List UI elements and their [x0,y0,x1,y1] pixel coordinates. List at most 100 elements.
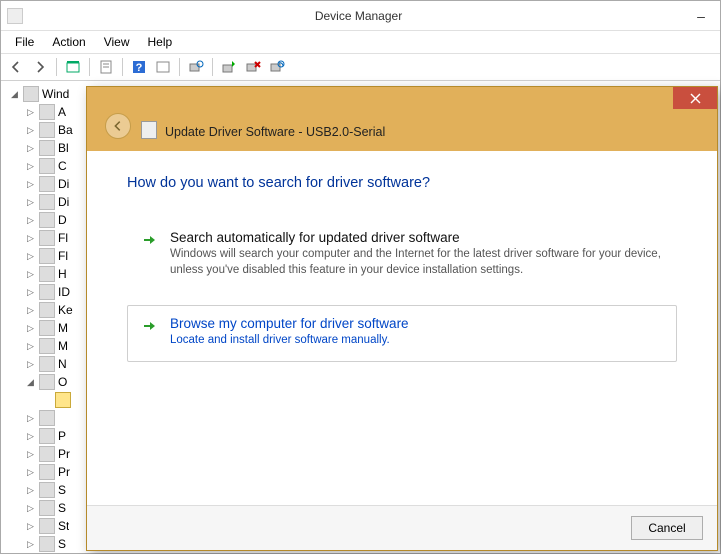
expand-icon[interactable]: ▷ [25,215,36,226]
toolbar-separator [122,58,123,76]
option-description: Locate and install driver software manua… [170,333,409,349]
option-search-automatically[interactable]: Search automatically for updated driver … [127,219,677,291]
tree-item-label: M [58,337,68,355]
device-category-icon [39,176,55,192]
help-button[interactable]: ? [128,56,150,78]
device-category-icon [39,302,55,318]
tree-item-label: Pr [58,445,70,463]
expand-icon[interactable]: ▷ [25,125,36,136]
tree-item-label: N [58,355,67,373]
expand-icon[interactable]: ▷ [25,233,36,244]
tree-item-label: H [58,265,67,283]
tree-item-label: P [58,427,66,445]
expand-icon[interactable]: ▷ [25,341,36,352]
expand-icon[interactable]: ▷ [25,539,36,550]
expand-icon[interactable]: ▷ [25,287,36,298]
expand-icon[interactable]: ▷ [25,305,36,316]
update-driver-button[interactable] [218,56,240,78]
computer-icon [23,86,39,102]
collapse-icon[interactable]: ◢ [9,89,20,100]
tree-item-label: St [58,517,69,535]
expand-icon[interactable]: ▷ [25,431,36,442]
expand-icon[interactable]: ▷ [25,197,36,208]
tree-item-label: S [58,481,66,499]
device-category-icon [39,500,55,516]
option-browse-computer[interactable]: Browse my computer for driver software L… [127,305,677,362]
tree-item-label: Fl [58,247,68,265]
back-button[interactable] [5,56,27,78]
menu-action[interactable]: Action [44,33,93,51]
forward-button[interactable] [29,56,51,78]
minimize-button[interactable]: – [688,6,714,26]
tree-item-label: A [58,103,66,121]
device-category-icon [39,464,55,480]
expand-icon[interactable]: ▷ [25,179,36,190]
device-category-icon [39,482,55,498]
tree-item-label: Di [58,175,69,193]
option-title: Browse my computer for driver software [170,316,409,331]
properties-button[interactable] [95,56,117,78]
back-button[interactable] [105,113,131,139]
show-hidden-button[interactable] [62,56,84,78]
tree-item-label: D [58,211,67,229]
option-title: Search automatically for updated driver … [170,230,662,245]
device-category-icon [39,158,55,174]
arrow-right-icon [142,232,158,248]
dialog-heading: How do you want to search for driver sof… [127,175,677,191]
expand-icon[interactable]: ▷ [25,143,36,154]
device-category-icon [39,104,55,120]
menu-file[interactable]: File [7,33,42,51]
uninstall-button[interactable] [242,56,264,78]
expand-icon[interactable]: ▷ [25,449,36,460]
device-category-icon [39,410,55,426]
expand-icon[interactable]: ▷ [25,521,36,532]
device-category-icon [39,356,55,372]
expand-icon[interactable]: ▷ [25,251,36,262]
toolbar-separator [89,58,90,76]
device-category-icon [39,536,55,552]
device-category-icon [39,248,55,264]
expand-icon[interactable]: ▷ [25,467,36,478]
expand-icon[interactable]: ▷ [25,161,36,172]
expand-icon[interactable]: ▷ [25,503,36,514]
device-category-icon [39,338,55,354]
device-category-icon [39,266,55,282]
refresh-button[interactable] [152,56,174,78]
menu-view[interactable]: View [96,33,138,51]
device-category-icon [39,428,55,444]
toolbar: ? [1,53,720,81]
device-category-icon [39,194,55,210]
dialog-header: Update Driver Software - USB2.0-Serial [87,87,717,151]
scan-hardware-button[interactable] [185,56,207,78]
device-category-icon [39,320,55,336]
menu-help[interactable]: Help [140,33,181,51]
device-category-icon [39,122,55,138]
expand-icon[interactable]: ▷ [25,413,36,424]
toolbar-separator [56,58,57,76]
update-driver-dialog: Update Driver Software - USB2.0-Serial H… [86,86,718,551]
expand-icon[interactable]: ▷ [25,485,36,496]
toolbar-separator [179,58,180,76]
app-icon [7,8,23,24]
svg-text:?: ? [136,62,143,74]
cancel-button[interactable]: Cancel [631,516,703,540]
device-category-icon [39,140,55,156]
tree-item-label: Pr [58,463,70,481]
disable-button[interactable] [266,56,288,78]
device-category-icon [39,230,55,246]
expand-icon[interactable]: ▷ [25,107,36,118]
titlebar: Device Manager – [1,1,720,31]
option-description: Windows will search your computer and th… [170,247,662,278]
dialog-title: Update Driver Software - USB2.0-Serial [165,125,385,139]
expand-icon[interactable]: ▷ [25,359,36,370]
close-button[interactable] [673,87,717,109]
dialog-footer: Cancel [87,505,717,550]
device-icon [55,392,71,408]
tree-item-label: Ba [58,121,73,139]
tree-item-label: Bl [58,139,69,157]
expand-icon[interactable]: ▷ [25,269,36,280]
expand-icon[interactable]: ▷ [25,323,36,334]
tree-item-label: S [58,499,66,517]
tree-item-label: Fl [58,229,68,247]
expand-icon[interactable]: ◢ [25,377,36,388]
